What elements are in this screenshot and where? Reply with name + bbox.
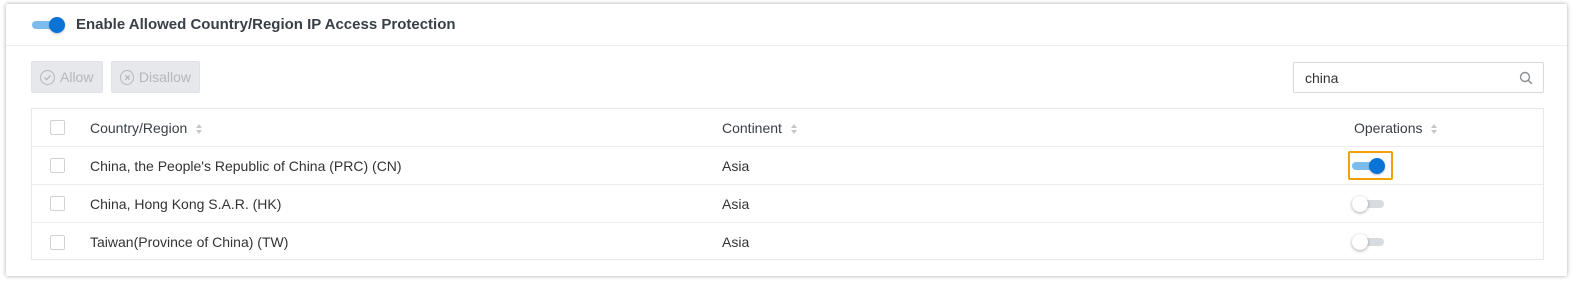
ip-access-panel: Enable Allowed Country/Region IP Access … xyxy=(6,4,1567,276)
country-cell: China, Hong Kong S.A.R. (HK) xyxy=(90,195,282,212)
check-circle-icon xyxy=(40,69,55,85)
enable-protection-toggle[interactable] xyxy=(32,15,66,35)
country-cell: China, the People's Republic of China (P… xyxy=(90,157,402,174)
table-header-row: Country/Region Continent Operations xyxy=(32,109,1543,147)
column-header-country[interactable]: Country/Region xyxy=(90,120,203,136)
column-header-continent-label: Continent xyxy=(722,119,782,136)
row-enable-toggle[interactable] xyxy=(1352,156,1386,176)
sort-icon[interactable] xyxy=(1430,123,1438,135)
x-circle-icon xyxy=(120,69,134,85)
column-header-operations[interactable]: Operations xyxy=(1354,120,1438,136)
continent-cell: Asia xyxy=(722,157,750,174)
search-icon[interactable] xyxy=(1519,71,1533,85)
country-table: Country/Region Continent Operations Chin… xyxy=(31,108,1544,260)
column-header-operations-label: Operations xyxy=(1354,119,1423,136)
disallow-button-label: Disallow xyxy=(138,69,191,85)
sort-icon[interactable] xyxy=(790,123,798,135)
row-enable-toggle[interactable] xyxy=(1352,194,1386,214)
row-checkbox[interactable] xyxy=(50,196,65,211)
row-checkbox[interactable] xyxy=(50,234,65,250)
country-cell: Taiwan(Province of China) (TW) xyxy=(90,234,289,250)
row-enable-toggle[interactable] xyxy=(1352,232,1386,252)
disallow-button[interactable]: Disallow xyxy=(111,61,200,93)
search-box xyxy=(1293,62,1544,93)
toggle-knob xyxy=(1352,234,1368,250)
column-header-continent[interactable]: Continent xyxy=(722,120,798,136)
column-header-country-label: Country/Region xyxy=(90,119,188,136)
allow-button-label: Allow xyxy=(60,69,94,85)
table-row[interactable]: China, Hong Kong S.A.R. (HK) Asia xyxy=(32,185,1543,223)
allow-button[interactable]: Allow xyxy=(31,61,103,93)
toggle-knob xyxy=(1369,158,1385,174)
select-all-checkbox[interactable] xyxy=(50,120,65,135)
table-row[interactable]: China, the People's Republic of China (P… xyxy=(32,147,1543,185)
panel-title: Enable Allowed Country/Region IP Access … xyxy=(76,16,456,33)
toggle-knob xyxy=(1352,196,1368,212)
continent-cell: Asia xyxy=(722,234,750,250)
sort-icon[interactable] xyxy=(195,123,203,135)
row-checkbox[interactable] xyxy=(50,158,65,173)
continent-cell: Asia xyxy=(722,195,750,212)
toggle-knob xyxy=(49,16,65,33)
panel-header: Enable Allowed Country/Region IP Access … xyxy=(6,4,1567,46)
search-input[interactable] xyxy=(1294,63,1509,92)
table-row[interactable]: Taiwan(Province of China) (TW) Asia xyxy=(32,223,1543,261)
